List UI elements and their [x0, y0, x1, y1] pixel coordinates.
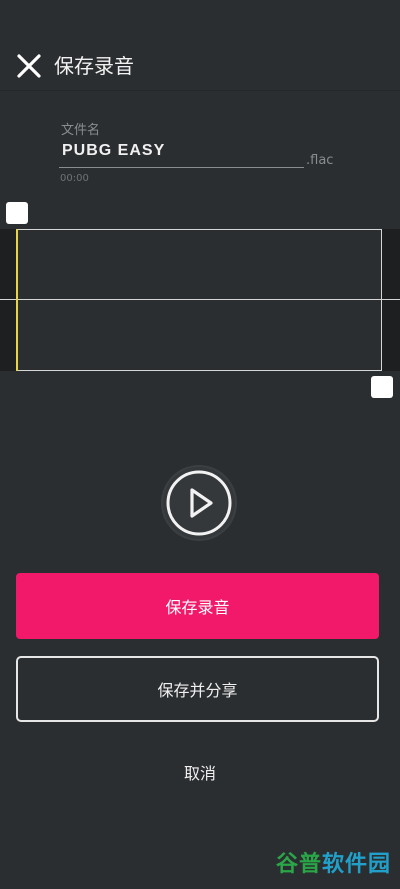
save-and-share-button[interactable]: 保存并分享 — [16, 656, 379, 722]
page-title: 保存录音 — [54, 54, 134, 78]
filename-underline — [59, 167, 304, 168]
trim-end-handle[interactable] — [371, 376, 393, 398]
file-extension: .flac — [306, 153, 334, 168]
play-icon — [166, 470, 232, 536]
filename-label: 文件名 — [61, 123, 101, 138]
playhead[interactable] — [16, 229, 18, 371]
watermark-part1: 谷普 — [276, 852, 323, 877]
watermark-part2: 软件园 — [322, 852, 392, 877]
top-bar: 保存录音 — [0, 0, 400, 91]
waveform-selection[interactable] — [17, 229, 382, 371]
play-button[interactable] — [163, 467, 235, 539]
watermark-logo: 谷普软件园 — [276, 846, 391, 878]
waveform-center-line — [0, 299, 400, 300]
duration-label: 00:00 — [60, 173, 89, 184]
filename-input[interactable]: PUBG EASY — [62, 142, 165, 160]
save-recording-button[interactable]: 保存录音 — [16, 573, 379, 639]
close-icon[interactable] — [16, 53, 42, 79]
trim-start-handle[interactable] — [6, 202, 28, 224]
cancel-button[interactable]: 取消 — [150, 756, 250, 788]
